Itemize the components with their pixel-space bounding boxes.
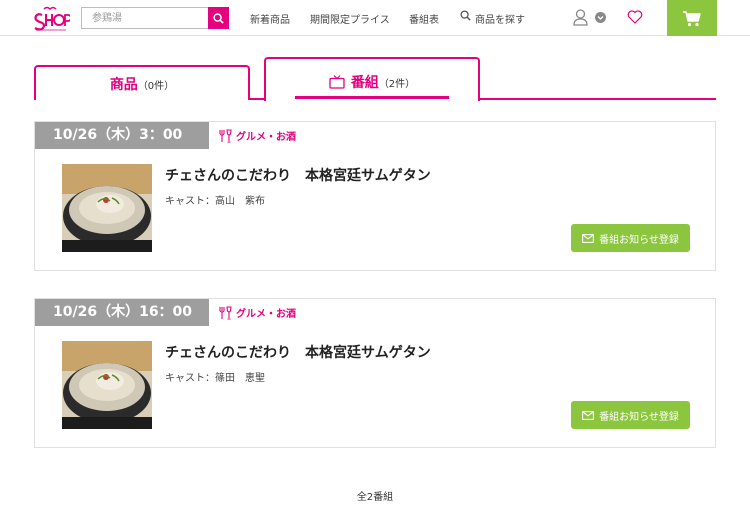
cutlery-icon	[219, 129, 232, 143]
search-input[interactable]	[82, 8, 209, 28]
program-cast: キャスト：篠田 恵聖	[165, 373, 265, 384]
tab-programs-count: （2件）	[378, 79, 416, 90]
site-header: 新着商品 期間限定プライス 番組表 商品を探す	[0, 0, 750, 36]
tab-products[interactable]: 商品（0件）	[34, 65, 250, 100]
broadcast-time: 10/26（木）3：00	[35, 122, 209, 149]
cart-button[interactable]	[667, 0, 717, 36]
program-card: 10/26（木）16：00 グルメ・お酒 チェさんのこだわり 本格宮廷サムゲタン…	[34, 298, 716, 448]
program-title[interactable]: チェさんのこだわり 本格宮廷サムゲタン	[165, 342, 431, 362]
heart-icon[interactable]	[627, 10, 643, 24]
samgyetang-thumbnail[interactable]	[62, 164, 152, 252]
genre-tag[interactable]: グルメ・お酒	[218, 128, 296, 143]
samgyetang-thumbnail[interactable]	[62, 341, 152, 429]
nav-find-products[interactable]: 商品を探す	[475, 11, 525, 26]
total-count: 全2番組	[356, 492, 394, 503]
notify-label: 番組お知らせ登録	[599, 411, 679, 423]
chevron-down-icon[interactable]	[595, 12, 606, 23]
cutlery-icon	[219, 306, 232, 320]
program-notify-button[interactable]: 番組お知らせ登録	[571, 401, 690, 429]
tab-bar-line	[478, 98, 716, 100]
broadcast-time: 10/26（木）16：00	[35, 299, 209, 326]
program-title[interactable]: チェさんのこだわり 本格宮廷サムゲタン	[165, 165, 431, 185]
genre-label: グルメ・お酒	[236, 309, 296, 320]
shop-channel-logo[interactable]	[30, 5, 72, 33]
program-cast: キャスト：高山 紫布	[165, 196, 265, 207]
tab-products-count: （0件）	[137, 81, 175, 92]
mail-icon	[582, 410, 595, 420]
nav-new-products[interactable]: 新着商品	[250, 11, 290, 26]
program-notify-button[interactable]: 番組お知らせ登録	[571, 224, 690, 252]
genre-label: グルメ・お酒	[236, 132, 296, 143]
nav-program-guide[interactable]: 番組表	[409, 11, 439, 26]
mail-icon	[582, 233, 595, 243]
program-card: 10/26（木）3：00 グルメ・お酒 チェさんのこだわり 本格宮廷サムゲタン …	[34, 121, 716, 271]
active-tab-underline	[295, 96, 449, 99]
tv-icon	[329, 75, 345, 89]
tab-products-label: 商品	[109, 77, 138, 93]
search-button[interactable]	[208, 7, 229, 29]
search-icon	[213, 12, 224, 24]
nav-limited-price[interactable]: 期間限定プライス	[310, 11, 390, 26]
genre-tag[interactable]: グルメ・お酒	[218, 305, 296, 320]
cart-icon	[683, 10, 701, 26]
notify-label: 番組お知らせ登録	[599, 234, 679, 246]
tab-programs[interactable]: 番組（2件）	[264, 57, 480, 101]
user-icon[interactable]	[573, 9, 588, 26]
search-box	[81, 7, 229, 29]
search-icon	[460, 10, 471, 21]
tab-programs-content: 番組（2件）	[266, 72, 478, 92]
tab-programs-label: 番組	[350, 75, 379, 91]
